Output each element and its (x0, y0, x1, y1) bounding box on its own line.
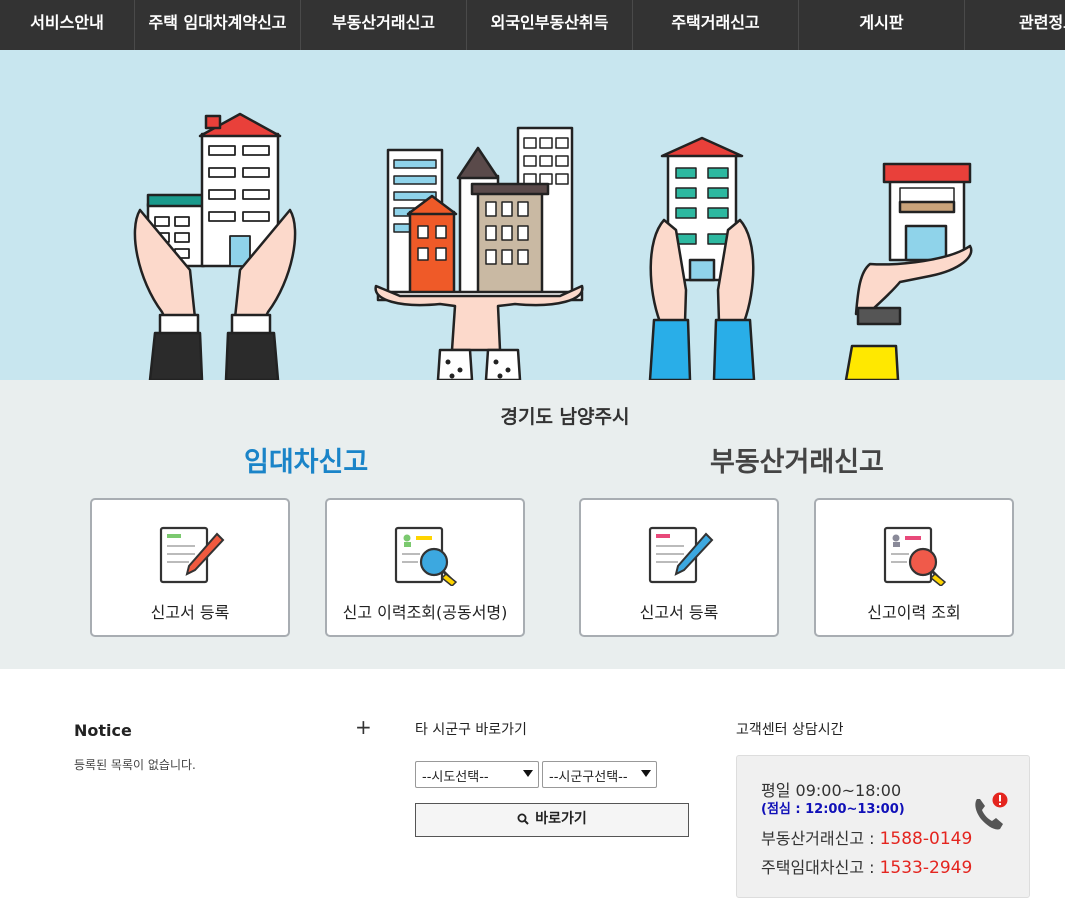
chevron-down-icon (523, 770, 533, 777)
card-label: 신고 이력조회(공동서명) (342, 603, 508, 622)
card-label: 신고서 등록 (150, 603, 230, 622)
sido-select-value: --시도선택-- (422, 770, 489, 785)
deal-phone-line: 부동산거래신고 : 1588-0149 (761, 825, 972, 849)
report-section: 경기도 남양주시 임대차신고 부동산거래신고 신고서 등록 신고 이력조회(공동… (0, 380, 1065, 669)
deal-phone-number: 1588-0149 (879, 829, 973, 849)
nav-item-house-deal-report[interactable]: 주택거래신고 (633, 0, 799, 50)
nav-item-related-info[interactable]: 관련정보 (965, 0, 1065, 50)
search-icon (517, 813, 529, 825)
goto-button[interactable]: 바로가기 (415, 803, 689, 837)
sigungu-select[interactable]: --시군구선택-- (542, 761, 657, 788)
notice-empty-message: 등록된 목록이 없습니다. (74, 758, 196, 772)
hands-holding-buildings-illustration (133, 112, 973, 380)
card-label: 신고이력 조회 (867, 603, 961, 622)
top-navigation: 서비스안내 주택 임대차계약신고 부동산거래신고 외국인부동산취득 주택거래신고… (0, 0, 1065, 50)
goto-button-label: 바로가기 (535, 811, 587, 827)
chevron-down-icon (641, 770, 651, 777)
magnifier-form-icon (883, 526, 947, 586)
pencil-form-icon (648, 526, 714, 584)
customer-center-box: 평일 09:00~18:00 (점심 : 12:00~13:00) 부동산거래신… (736, 755, 1030, 898)
lease-register-card[interactable]: 신고서 등록 (90, 498, 290, 637)
lease-phone-number: 1533-2949 (879, 858, 973, 878)
lease-history-card[interactable]: 신고 이력조회(공동서명) (325, 498, 525, 637)
lease-report-heading: 임대차신고 (244, 447, 369, 478)
real-estate-report-heading: 부동산거래신고 (710, 447, 884, 478)
notice-title: Notice (74, 721, 132, 740)
lease-phone-label: 주택임대차신고 : (761, 858, 880, 877)
sigungu-select-value: --시군구선택-- (549, 770, 628, 785)
lunch-hours: (점심 : 12:00~13:00) (761, 802, 905, 817)
lease-phone-line: 주택임대차신고 : 1533-2949 (761, 854, 972, 878)
pencil-form-icon (159, 526, 225, 584)
nav-item-service-info[interactable]: 서비스안내 (0, 0, 135, 50)
phone-alert-icon (975, 792, 1008, 830)
hero-banner (0, 50, 1065, 380)
notice-more-button[interactable]: + (355, 715, 372, 739)
sido-select[interactable]: --시도선택-- (415, 761, 539, 788)
nav-item-foreigner-acquisition[interactable]: 외국인부동산취득 (467, 0, 633, 50)
magnifier-form-icon (394, 526, 458, 586)
deal-register-card[interactable]: 신고서 등록 (579, 498, 779, 637)
region-title: 경기도 남양주시 (500, 406, 630, 428)
nav-item-board[interactable]: 게시판 (799, 0, 965, 50)
region-shortcut-title: 타 시군구 바로가기 (415, 722, 527, 738)
nav-item-real-estate-report[interactable]: 부동산거래신고 (301, 0, 467, 50)
deal-phone-label: 부동산거래신고 : (761, 829, 880, 848)
customer-center-title: 고객센터 상담시간 (736, 722, 844, 738)
card-label: 신고서 등록 (639, 603, 719, 622)
deal-history-card[interactable]: 신고이력 조회 (814, 498, 1014, 637)
nav-item-lease-report[interactable]: 주택 임대차계약신고 (135, 0, 301, 50)
